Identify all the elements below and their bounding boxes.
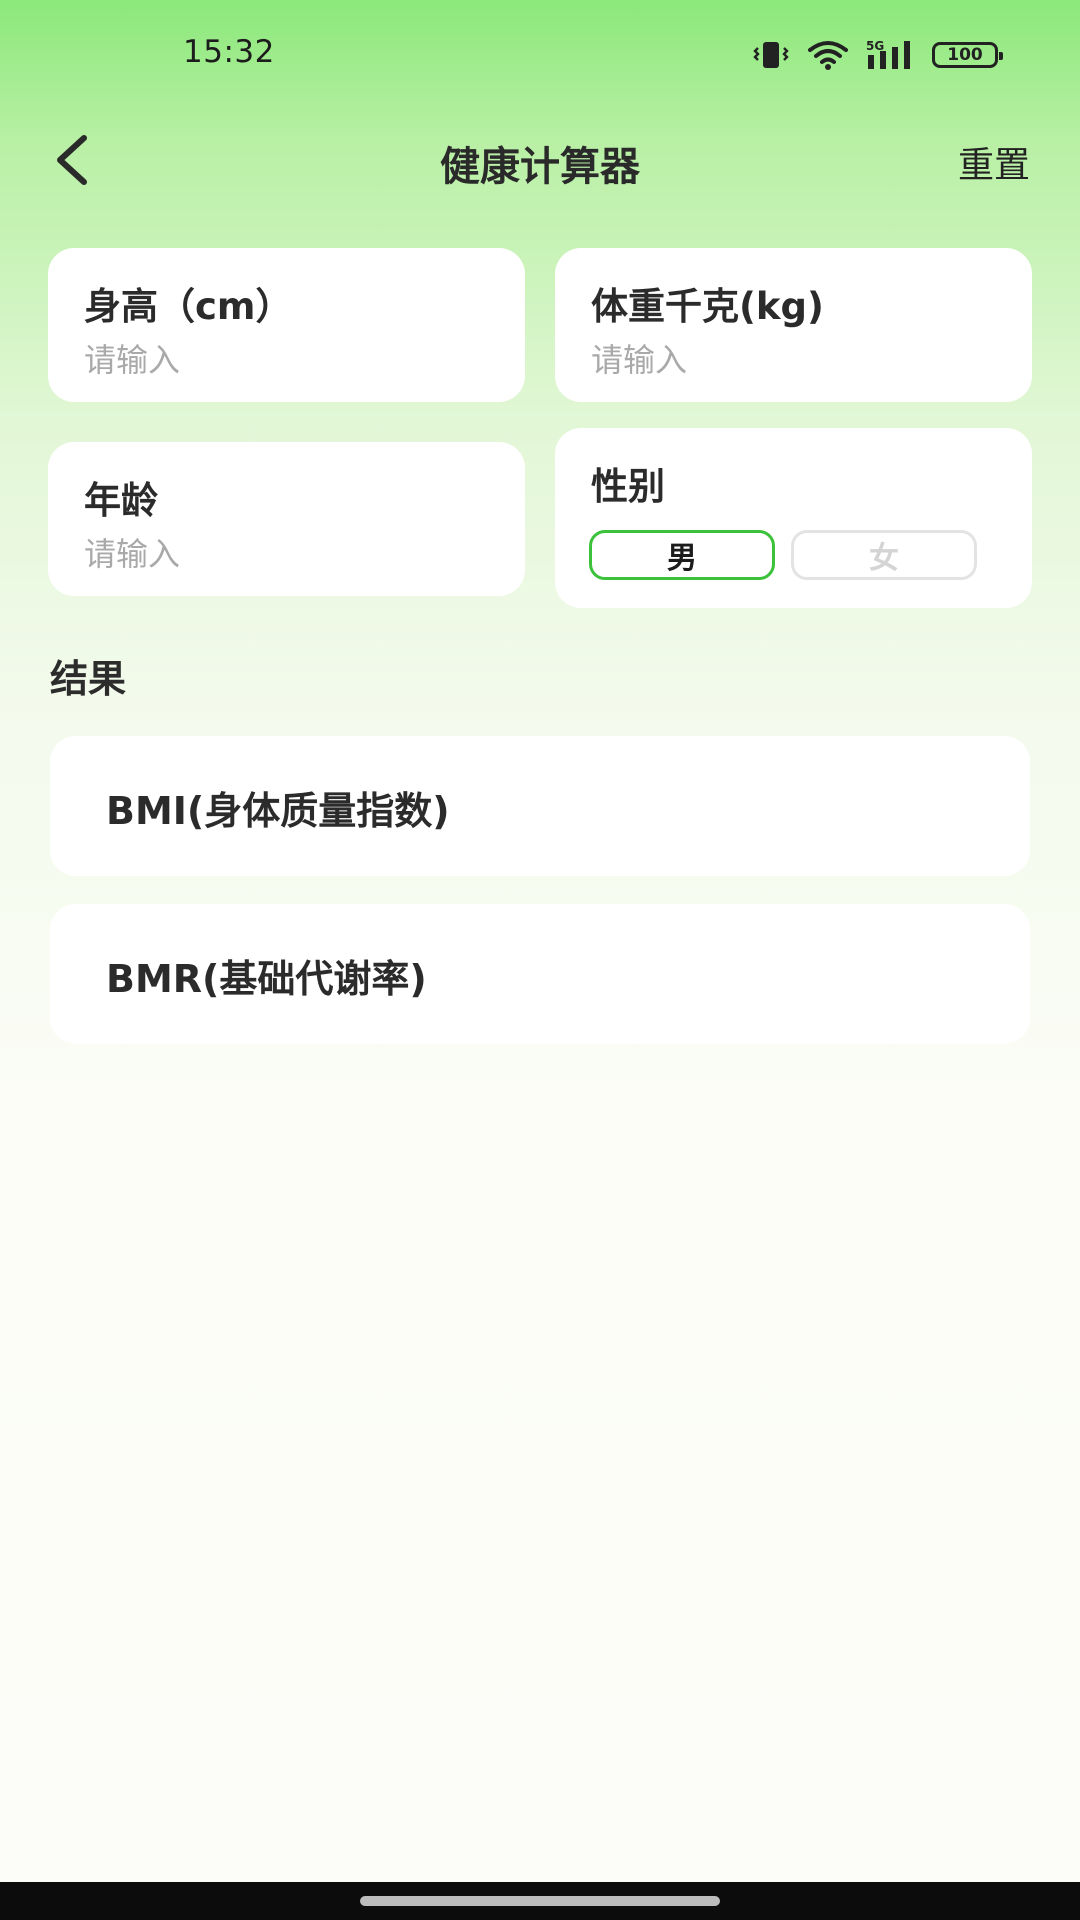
age-input[interactable] — [84, 530, 484, 578]
results-title: 结果 — [50, 657, 127, 701]
reset-button[interactable]: 重置 — [958, 136, 1030, 188]
bmr-label: BMR(基础代谢率) — [106, 957, 427, 1001]
home-indicator[interactable] — [360, 1896, 720, 1906]
vibrate-icon — [753, 42, 789, 68]
gender-male-button[interactable]: 男 — [589, 530, 775, 580]
status-icons: 5G 100 — [752, 38, 1003, 72]
weight-input[interactable] — [591, 336, 991, 384]
signal-5g-icon: 5G — [866, 39, 910, 69]
age-label: 年龄 — [84, 479, 158, 522]
gender-female-button[interactable]: 女 — [791, 530, 977, 580]
gender-card: 性别 男 女 — [555, 428, 1032, 608]
battery-level: 100 — [947, 45, 983, 65]
page-title: 健康计算器 — [440, 144, 640, 190]
height-input[interactable] — [84, 336, 484, 384]
bmi-result-card[interactable]: BMI(身体质量指数) — [50, 736, 1030, 876]
height-label: 身高（cm） — [84, 285, 293, 328]
height-card: 身高（cm） — [48, 248, 525, 402]
bmr-result-card[interactable]: BMR(基础代谢率) — [50, 904, 1030, 1044]
gender-label: 性别 — [591, 465, 665, 508]
battery-icon: 100 — [932, 42, 1003, 68]
bmi-label: BMI(身体质量指数) — [106, 789, 450, 833]
status-bar: 15:32 5G 100 — [0, 0, 1080, 110]
system-nav-bar — [0, 1882, 1080, 1920]
header: 健康计算器 重置 — [0, 110, 1080, 210]
wifi-icon — [808, 41, 848, 70]
chevron-left-icon — [57, 135, 87, 185]
status-time: 15:32 — [183, 34, 275, 70]
age-card: 年龄 — [48, 442, 525, 596]
weight-label: 体重千克(kg) — [591, 285, 824, 328]
network-type-label: 5G — [866, 39, 884, 53]
weight-card: 体重千克(kg) — [555, 248, 1032, 402]
back-button[interactable] — [40, 128, 104, 192]
